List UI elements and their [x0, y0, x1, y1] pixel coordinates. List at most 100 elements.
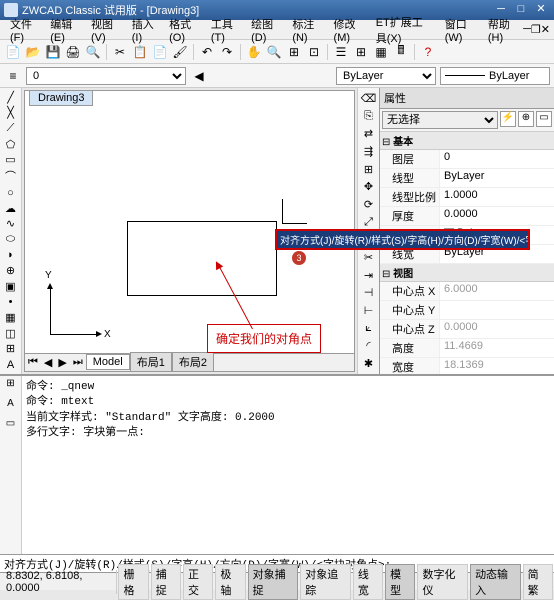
- menu-edit[interactable]: 编辑(E): [44, 14, 85, 46]
- undo-icon[interactable]: ↶: [198, 43, 216, 61]
- arc-icon[interactable]: ⌒: [2, 168, 20, 184]
- doc-minimize-button[interactable]: ─: [523, 23, 531, 36]
- circle-icon[interactable]: ○: [2, 185, 20, 200]
- doc-close-button[interactable]: ✕: [541, 23, 550, 36]
- redo-icon[interactable]: ↷: [218, 43, 236, 61]
- cut-icon[interactable]: ✂: [111, 43, 129, 61]
- hatch-icon[interactable]: ▦: [2, 310, 20, 325]
- polygon-icon[interactable]: ⬠: [2, 137, 20, 152]
- print-icon[interactable]: 🖨: [64, 43, 82, 61]
- xline-icon[interactable]: ╳: [2, 106, 20, 121]
- prop-layer[interactable]: 0: [440, 150, 554, 168]
- menu-draw[interactable]: 绘图(D): [245, 14, 286, 46]
- preview-icon[interactable]: 🔍: [84, 43, 102, 61]
- doc-restore-button[interactable]: ❐: [531, 23, 541, 36]
- explode-icon[interactable]: ✱: [360, 355, 378, 372]
- toolpalette-icon[interactable]: ▦: [372, 43, 390, 61]
- prop-width[interactable]: 18.1369: [440, 358, 554, 374]
- menu-dim[interactable]: 标注(N): [286, 14, 327, 46]
- menu-modify[interactable]: 修改(M): [328, 14, 370, 46]
- layer-prev-icon[interactable]: ◀: [190, 67, 208, 85]
- scale-icon[interactable]: ⤢: [360, 214, 378, 231]
- pan-icon[interactable]: ✋: [245, 43, 263, 61]
- group-view[interactable]: 视图: [380, 264, 554, 282]
- ellipse-icon[interactable]: ⬭: [2, 232, 20, 247]
- mtext-icon[interactable]: A: [2, 357, 20, 372]
- menu-tools[interactable]: 工具(T): [205, 14, 245, 46]
- close-button[interactable]: ✕: [532, 3, 550, 17]
- region-icon[interactable]: ◫: [2, 326, 20, 341]
- move-icon[interactable]: ✥: [360, 178, 378, 195]
- paste-icon[interactable]: 📄: [151, 43, 169, 61]
- fillet-icon[interactable]: ◜: [360, 338, 378, 355]
- menu-file[interactable]: 文件(F): [4, 14, 44, 46]
- open-icon[interactable]: 📂: [24, 43, 42, 61]
- join-icon[interactable]: ⊢: [360, 302, 378, 319]
- chamfer-icon[interactable]: ⟀: [360, 320, 378, 337]
- prop-centerx[interactable]: 6.0000: [440, 282, 554, 300]
- selectobj-icon[interactable]: ▭: [536, 111, 552, 127]
- prop-height[interactable]: 11.4669: [440, 339, 554, 357]
- lineweight-combo[interactable]: ByLayer: [440, 67, 550, 85]
- prop-centerz[interactable]: 0.0000: [440, 320, 554, 338]
- tab-layout2[interactable]: 布局2: [172, 352, 214, 372]
- revcloud-icon[interactable]: ☁: [2, 201, 20, 216]
- cmd-icon2[interactable]: A: [2, 398, 20, 416]
- rotate-icon[interactable]: ⟳: [360, 196, 378, 213]
- cmd-icon3[interactable]: ▭: [2, 418, 20, 436]
- array-icon[interactable]: ⊞: [360, 161, 378, 178]
- prop-thickness[interactable]: 0.0000: [440, 207, 554, 225]
- rectangle-icon[interactable]: ▭: [2, 153, 20, 168]
- save-icon[interactable]: 💾: [44, 43, 62, 61]
- new-icon[interactable]: 📄: [4, 43, 22, 61]
- ellipsearc-icon[interactable]: ◗: [2, 248, 20, 263]
- erase-icon[interactable]: ⌫: [360, 90, 378, 107]
- menu-format[interactable]: 格式(O): [163, 14, 205, 46]
- copy2-icon[interactable]: ⎘: [360, 108, 378, 125]
- mirror-icon[interactable]: ⇄: [360, 125, 378, 142]
- pline-icon[interactable]: ⟋: [2, 121, 20, 136]
- tab-first-icon[interactable]: ⏮: [25, 356, 41, 369]
- trim-icon[interactable]: ✂: [360, 249, 378, 266]
- tab-layout1[interactable]: 布局1: [130, 352, 172, 372]
- cmd-icon1[interactable]: ⊞: [2, 378, 20, 396]
- zoomwin-icon[interactable]: ⊞: [285, 43, 303, 61]
- point-icon[interactable]: •: [2, 295, 20, 310]
- layer-combo[interactable]: 0: [26, 67, 186, 85]
- insert-icon[interactable]: ⊕: [2, 263, 20, 278]
- offset-icon[interactable]: ⇶: [360, 143, 378, 160]
- menu-window[interactable]: 窗口(W): [439, 14, 482, 46]
- break-icon[interactable]: ⊣: [360, 285, 378, 302]
- prop-linetype[interactable]: ByLayer: [440, 169, 554, 187]
- menu-view[interactable]: 视图(V): [85, 14, 126, 46]
- color-combo[interactable]: ByLayer: [336, 67, 436, 85]
- layer-manager-icon[interactable]: ≡: [4, 67, 22, 85]
- extend-icon[interactable]: ⇥: [360, 267, 378, 284]
- zoomprev-icon[interactable]: ⊡: [305, 43, 323, 61]
- block-icon[interactable]: ▣: [2, 279, 20, 294]
- matchprop-icon[interactable]: 🖌: [171, 43, 189, 61]
- menu-help[interactable]: 帮助(H): [482, 14, 523, 46]
- selection-combo[interactable]: 无选择: [382, 111, 498, 129]
- spline-icon[interactable]: ∿: [2, 216, 20, 231]
- group-basic[interactable]: 基本: [380, 132, 554, 150]
- copy-icon[interactable]: 📋: [131, 43, 149, 61]
- properties-icon[interactable]: ☰: [332, 43, 350, 61]
- table-icon[interactable]: ⊞: [2, 342, 20, 357]
- document-tab[interactable]: Drawing3: [29, 90, 93, 106]
- designcenter-icon[interactable]: ⊞: [352, 43, 370, 61]
- prop-ltscale[interactable]: 1.0000: [440, 188, 554, 206]
- pickadd-icon[interactable]: ⊕: [518, 111, 534, 127]
- help-icon[interactable]: ?: [419, 43, 437, 61]
- tab-model[interactable]: Model: [86, 354, 130, 370]
- tab-prev-icon[interactable]: ◀: [41, 356, 55, 369]
- prop-centery[interactable]: [440, 301, 554, 319]
- drawing-canvas[interactable]: Drawing3 对齐方式(J)/旋转(R)/样式(S)/字高(H)/方向(D)…: [24, 90, 355, 372]
- quickselect-icon[interactable]: ⚡: [500, 111, 516, 127]
- zoom-icon[interactable]: 🔍: [265, 43, 283, 61]
- menu-insert[interactable]: 插入(I): [126, 14, 163, 46]
- tab-last-icon[interactable]: ⏭: [70, 356, 86, 369]
- tab-next-icon[interactable]: ▶: [55, 356, 69, 369]
- calc-icon[interactable]: 🖩: [392, 43, 410, 61]
- line-icon[interactable]: ╱: [2, 90, 20, 105]
